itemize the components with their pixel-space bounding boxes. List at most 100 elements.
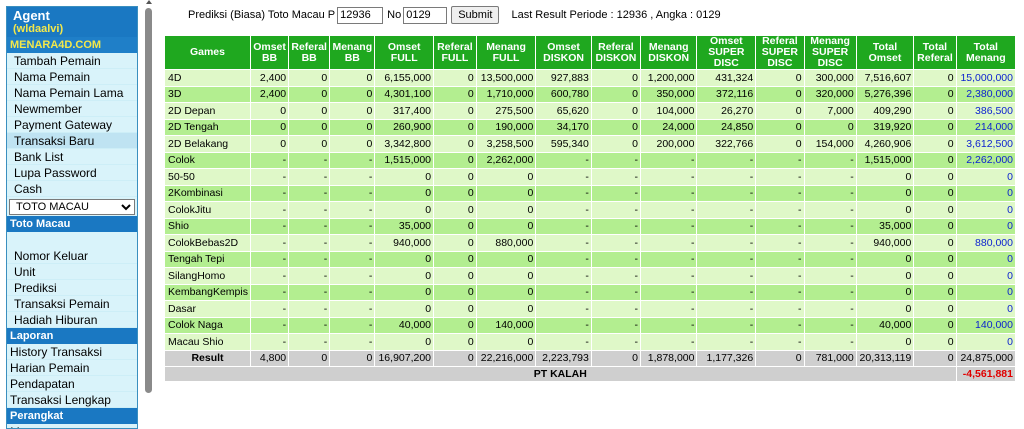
sidebar-item-transaksi-baru[interactable]: Transaksi Baru: [7, 133, 137, 149]
result-value-cell: 0: [289, 350, 330, 366]
value-cell: 0: [289, 70, 330, 86]
periode-input[interactable]: [337, 6, 384, 24]
value-cell: -: [804, 152, 856, 168]
value-cell: 927,883: [536, 70, 591, 86]
blank-row: [7, 232, 137, 248]
value-cell: 2,262,000: [956, 152, 1015, 168]
value-cell: -: [330, 235, 375, 251]
result-label: Result: [165, 350, 250, 366]
value-cell: -: [250, 268, 289, 284]
sidebar-item-nama-pemain-lama[interactable]: Nama Pemain Lama: [7, 85, 137, 101]
game-name-cell: 50-50: [165, 169, 250, 185]
value-cell: -: [330, 317, 375, 333]
value-cell: -: [591, 301, 640, 317]
sidebar-item-harian-pemain[interactable]: Harian Pemain: [7, 360, 137, 376]
col-header-referal-full: Referal FULL: [434, 36, 476, 69]
value-cell: 0: [330, 119, 375, 135]
result-value-cell: 1,878,000: [640, 350, 697, 366]
col-header-menang-full: Menang FULL: [476, 36, 536, 69]
value-cell: 0: [289, 103, 330, 119]
value-cell: 0: [956, 268, 1015, 284]
value-cell: 0: [434, 86, 476, 102]
value-cell: -: [330, 268, 375, 284]
table-row: 2Kombinasi - - -0 0 0- - - - - -0 0 0: [165, 185, 1015, 201]
value-cell: -: [804, 235, 856, 251]
value-cell: 880,000: [956, 235, 1015, 251]
result-value-cell: 0: [330, 350, 375, 366]
value-cell: 5,276,396: [856, 86, 914, 102]
value-cell: 0: [956, 251, 1015, 267]
sidebar-item-newmember[interactable]: Newmember: [7, 101, 137, 117]
value-cell: -: [289, 251, 330, 267]
value-cell: 0: [476, 202, 536, 218]
sidebar-item-payment-gateway[interactable]: Payment Gateway: [7, 117, 137, 133]
value-cell: -: [756, 218, 804, 234]
sidebar-scrollbar[interactable]: [145, 8, 152, 393]
angka-input[interactable]: [403, 6, 448, 24]
value-cell: 0: [914, 268, 956, 284]
result-value-cell: 0: [434, 350, 476, 366]
value-cell: 0: [856, 334, 914, 350]
game-select[interactable]: TOTO MACAU: [9, 199, 135, 215]
value-cell: 0: [914, 103, 956, 119]
value-cell: -: [697, 301, 756, 317]
sidebar-item-bank-list[interactable]: Bank List: [7, 149, 137, 165]
value-cell: 214,000: [956, 119, 1015, 135]
value-cell: 0: [956, 169, 1015, 185]
sidebar-item-memo[interactable]: Memo: [7, 424, 137, 428]
table-row: 50-50- - -0 0 0- - - - - -0 0 0: [165, 169, 1015, 185]
sidebar-item-lupa-password[interactable]: Lupa Password: [7, 165, 137, 181]
value-cell: 0: [375, 202, 434, 218]
value-cell: 0: [476, 301, 536, 317]
value-cell: 0: [756, 86, 804, 102]
value-cell: 0: [856, 251, 914, 267]
submit-button[interactable]: Submit: [451, 6, 500, 24]
value-cell: -: [250, 185, 289, 201]
value-cell: -: [536, 251, 591, 267]
sidebar-item-unit[interactable]: Unit: [7, 264, 137, 280]
game-name-cell: Colok Naga: [165, 317, 250, 333]
value-cell: 2,400: [250, 86, 289, 102]
main-menu: Tambah Pemain Nama Pemain Nama Pemain Lama…: [7, 53, 137, 197]
sidebar-item-hadiah-hiburan[interactable]: Hadiah Hiburan: [7, 312, 137, 328]
value-cell: 0: [956, 202, 1015, 218]
sidebar-item-nomor-keluar[interactable]: Nomor Keluar: [7, 248, 137, 264]
game-name-cell: SilangHomo: [165, 268, 250, 284]
value-cell: 0: [289, 86, 330, 102]
sidebar-item-prediksi[interactable]: Prediksi: [7, 280, 137, 296]
value-cell: 0: [756, 70, 804, 86]
value-cell: -: [804, 301, 856, 317]
sidebar-item-history-transaksi[interactable]: History Transaksi: [7, 344, 137, 360]
value-cell: 0: [434, 152, 476, 168]
value-cell: 0: [956, 334, 1015, 350]
scroll-up-arrow-icon[interactable]: [146, 0, 152, 4]
game-name-cell: ColokBebas2D: [165, 235, 250, 251]
sidebar-item-cash[interactable]: Cash: [7, 181, 137, 197]
value-cell: -: [250, 334, 289, 350]
result-value-cell: 0: [591, 350, 640, 366]
perangkat-section-header: Perangkat: [7, 408, 137, 424]
value-cell: -: [536, 317, 591, 333]
table-row: Macau Shio - - -0 0 0- - - - - -0 0 0: [165, 334, 1015, 350]
value-cell: -: [591, 268, 640, 284]
value-cell: -: [330, 334, 375, 350]
value-cell: 595,340: [536, 136, 591, 152]
table-row: SilangHomo - - -0 0 0- - - - - -0 0 0: [165, 268, 1015, 284]
value-cell: 1,515,000: [375, 152, 434, 168]
value-cell: 0: [914, 301, 956, 317]
col-header-referal-super-disc: Referal SUPER DISC: [756, 36, 804, 69]
sidebar-item-transaksi-lengkap[interactable]: Transaksi Lengkap: [7, 392, 137, 408]
sidebar-item-pendapatan[interactable]: Pendapatan: [7, 376, 137, 392]
value-cell: 0: [914, 317, 956, 333]
value-cell: 24,000: [640, 119, 697, 135]
sidebar-item-transaksi-pemain[interactable]: Transaksi Pemain: [7, 296, 137, 312]
value-cell: -: [640, 152, 697, 168]
value-cell: 431,324: [697, 70, 756, 86]
result-value-cell: 0: [756, 350, 804, 366]
game-name-cell: 2D Tengah: [165, 119, 250, 135]
value-cell: -: [697, 317, 756, 333]
sidebar-item-nama-pemain[interactable]: Nama Pemain: [7, 69, 137, 85]
result-value-cell: 16,907,200: [375, 350, 434, 366]
sidebar-item-tambah-pemain[interactable]: Tambah Pemain: [7, 53, 137, 69]
value-cell: -: [289, 218, 330, 234]
